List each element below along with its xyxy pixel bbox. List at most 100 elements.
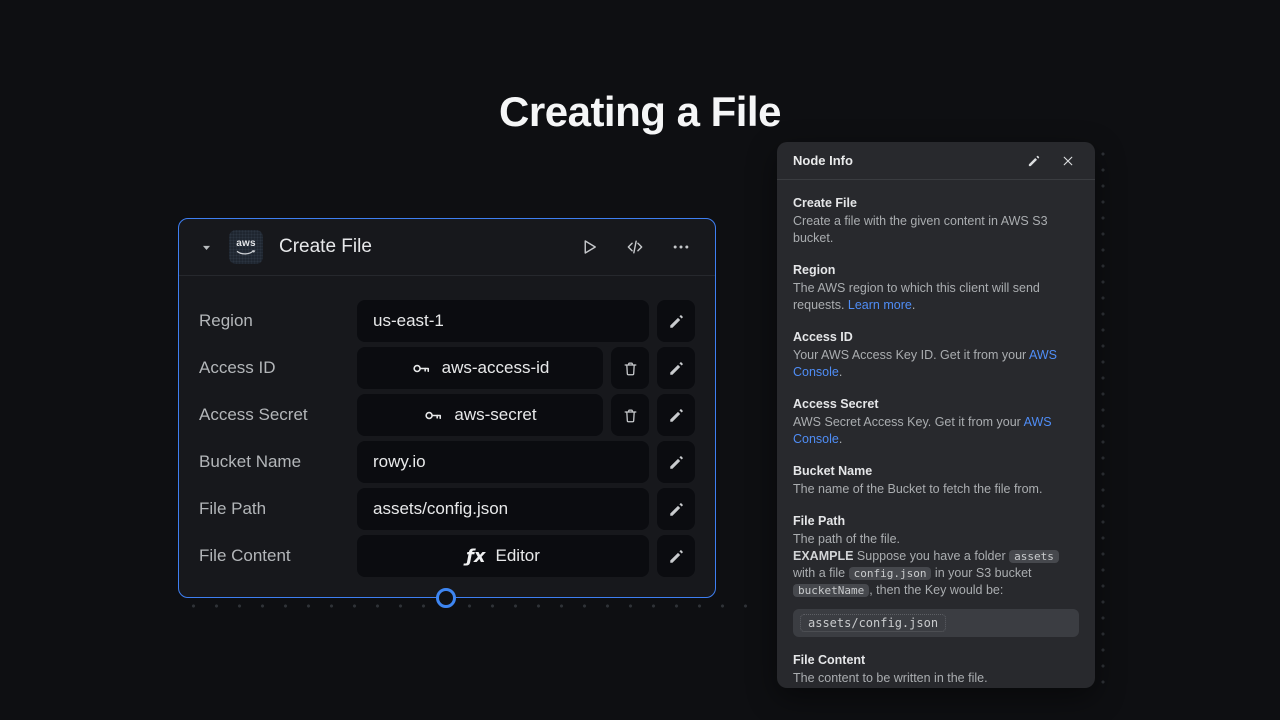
edit-button[interactable] (657, 347, 695, 389)
link-aws-console[interactable]: AWS Console (793, 348, 1057, 379)
field-label-region: Region (199, 311, 253, 331)
view-code-button[interactable] (619, 231, 651, 263)
field-row-file-content: File Content ƒx Editor (199, 535, 695, 577)
section-heading: File Path (793, 513, 1079, 530)
link-learn-more[interactable]: Learn more (848, 298, 912, 312)
edit-button[interactable] (657, 441, 695, 483)
edit-info-button[interactable] (1023, 150, 1045, 172)
pencil-icon (1027, 154, 1041, 168)
field-value-text: us-east-1 (373, 311, 444, 331)
section-text: Create a file with the given content in … (793, 213, 1079, 247)
info-section-access-secret: Access SecretAWS Secret Access Key. Get … (793, 396, 1079, 448)
field-value-text: aws-access-id (442, 358, 550, 378)
more-options-button[interactable] (665, 231, 697, 263)
node-card-header: aws Create File (179, 219, 715, 276)
node-info-header-actions (1023, 150, 1079, 172)
node-output-connector[interactable] (436, 588, 456, 608)
fx-icon: ƒx (466, 546, 485, 567)
edit-button[interactable] (657, 300, 695, 342)
section-heading: Bucket Name (793, 463, 1079, 480)
chevron-down-icon (200, 241, 213, 254)
pencil-icon (668, 313, 685, 330)
code-chip-value: assets/config.json (800, 614, 946, 632)
field-row-access-id: Access ID aws-access-id (199, 347, 695, 389)
section-text: The content to be written in the file. (793, 670, 1079, 687)
node-header-actions (573, 231, 697, 263)
section-text: Your AWS Access Key ID. Get it from your… (793, 347, 1079, 381)
field-value-text: rowy.io (373, 452, 426, 472)
create-file-node-card: aws Create File (178, 218, 716, 598)
delete-button[interactable] (611, 347, 649, 389)
node-info-header: Node Info (777, 142, 1095, 180)
field-label-bucket-name: Bucket Name (199, 452, 301, 472)
section-heading: Region (793, 262, 1079, 279)
code-icon (625, 237, 645, 257)
trash-icon (622, 360, 639, 377)
section-heading: Create File (793, 195, 1079, 212)
section-heading: Access ID (793, 329, 1079, 346)
inline-code: bucketName (793, 584, 869, 597)
field-controls-bucket-name: rowy.io (357, 441, 695, 483)
edit-button[interactable] (657, 488, 695, 530)
aws-smile-curve (235, 250, 257, 256)
field-value-file-path[interactable]: assets/config.json (357, 488, 649, 530)
run-node-button[interactable] (573, 231, 605, 263)
info-section-bucket-name: Bucket NameThe name of the Bucket to fet… (793, 463, 1079, 498)
canvas-dot-grid-column (1099, 146, 1107, 688)
field-label-access-secret: Access Secret (199, 405, 308, 425)
open-editor-button[interactable]: ƒx Editor (357, 535, 649, 577)
node-info-body: Create FileCreate a file with the given … (777, 180, 1095, 687)
section-heading: File Content (793, 652, 1079, 669)
field-controls-region: us-east-1 (357, 300, 695, 342)
node-title: Create File (279, 236, 372, 258)
info-section-file-content: File ContentThe content to be written in… (793, 652, 1079, 687)
field-label-access-id: Access ID (199, 358, 276, 378)
node-card-fields: Regionus-east-1Access IDaws-access-idAcc… (179, 276, 715, 577)
info-section-file-path: File PathThe path of the file.EXAMPLE Su… (793, 513, 1079, 637)
section-heading: Access Secret (793, 396, 1079, 413)
trash-icon (622, 407, 639, 424)
inline-code: assets (1009, 550, 1059, 563)
field-controls-access-id: aws-access-id (357, 347, 695, 389)
field-row-region: Region us-east-1 (199, 300, 695, 342)
canvas-dot-grid-row (178, 602, 760, 610)
section-text: The path of the file.EXAMPLE Suppose you… (793, 531, 1079, 599)
field-value-access-secret[interactable]: aws-secret (357, 394, 603, 436)
field-row-bucket-name: Bucket Name rowy.io (199, 441, 695, 483)
field-row-file-path: File Path assets/config.json (199, 488, 695, 530)
aws-logo-icon: aws (229, 230, 263, 264)
delete-button[interactable] (611, 394, 649, 436)
collapse-node-button[interactable] (197, 238, 215, 256)
field-controls-file-content: ƒx Editor (357, 535, 695, 577)
link-aws-console[interactable]: AWS Console (793, 415, 1052, 446)
field-label-file-path: File Path (199, 499, 266, 519)
pencil-icon (668, 501, 685, 518)
field-controls-access-secret: aws-secret (357, 394, 695, 436)
section-text: AWS Secret Access Key. Get it from your … (793, 414, 1079, 448)
pencil-icon (668, 407, 685, 424)
info-section-create-file: Create FileCreate a file with the given … (793, 195, 1079, 247)
code-block: assets/config.json (793, 609, 1079, 637)
section-text: The name of the Bucket to fetch the file… (793, 481, 1079, 498)
field-row-access-secret: Access Secret aws-secret (199, 394, 695, 436)
field-value-bucket-name[interactable]: rowy.io (357, 441, 649, 483)
close-panel-button[interactable] (1057, 150, 1079, 172)
page-title: Creating a File (0, 88, 1280, 136)
field-value-text: assets/config.json (373, 499, 508, 519)
node-info-title: Node Info (793, 153, 853, 168)
info-section-access-id: Access IDYour AWS Access Key ID. Get it … (793, 329, 1079, 381)
edit-button[interactable] (657, 394, 695, 436)
field-value-text: aws-secret (454, 405, 536, 425)
field-value-region[interactable]: us-east-1 (357, 300, 649, 342)
field-value-access-id[interactable]: aws-access-id (357, 347, 603, 389)
inline-code: config.json (849, 567, 932, 580)
field-controls-file-path: assets/config.json (357, 488, 695, 530)
aws-logo-word: aws (236, 239, 256, 249)
edit-button[interactable] (657, 535, 695, 577)
field-value-text: Editor (496, 546, 540, 566)
pencil-icon (668, 360, 685, 377)
close-icon (1061, 154, 1075, 168)
field-label-file-content: File Content (199, 546, 291, 566)
pencil-icon (668, 454, 685, 471)
example-label: EXAMPLE (793, 549, 853, 563)
